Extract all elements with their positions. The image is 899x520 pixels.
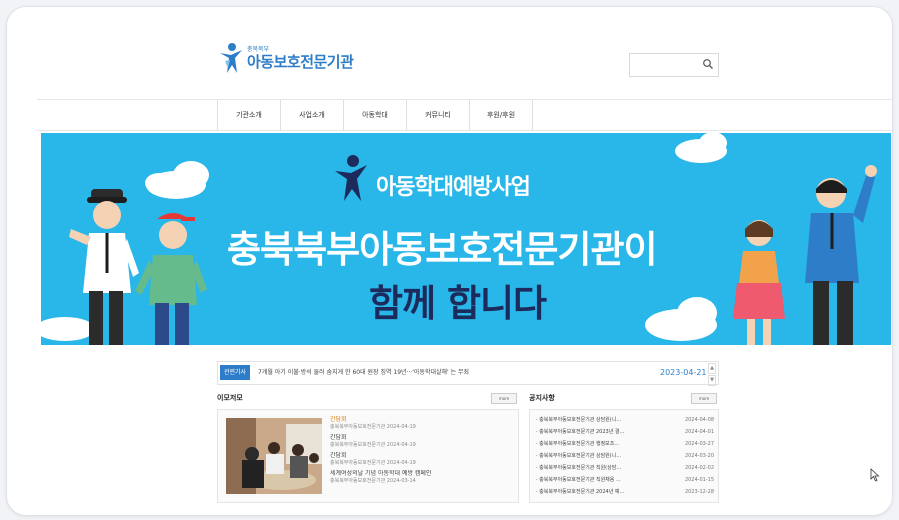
notice-date: 2023-12-28 [684, 489, 714, 495]
photo-item-title: 간담회 [330, 434, 347, 441]
nav-item-support[interactable]: 후원/후원 [469, 100, 533, 130]
ticker-down-button[interactable]: ▼ [708, 375, 716, 386]
site-logo[interactable]: 충북북부 아동보호전문기관 [217, 41, 354, 75]
photo-item-meta: 충북북부아동보호전문기관 2024-04-19 [330, 460, 416, 466]
notice-title: · 충북북부아동보호전문기관 2024년 예... [536, 489, 625, 495]
main-navigation: 기관소개 사업소개 아동학대 커뮤니티 후원/후원 [37, 99, 892, 131]
ticker-badge: 관련기사 [220, 365, 250, 380]
photo-panel-title: 이모저모 [217, 394, 243, 402]
search-box [629, 53, 719, 77]
photo-item-meta: 충북북부아동보호전문기관 2024-03-14 [330, 478, 416, 484]
banner-title-main: 충북북부아동보호전문기관 [227, 228, 624, 271]
banner-title-second-line: 함께 합니다 [369, 282, 547, 325]
logo-text: 충북북부 아동보호전문기관 [247, 46, 354, 71]
notice-title: · 충북북부아동보호전문기관 직원(상담... [536, 465, 622, 471]
nav-item-about[interactable]: 기관소개 [217, 100, 280, 130]
photo-list-box: 간담회 충북북부아동보호전문기관 2024-04-19 간담회 충북북부아동보호… [217, 409, 519, 503]
notice-panel: 공지사항 more · 충북북부아동보호전문기관 상담원(니... 2024-04… [529, 393, 719, 511]
notice-date: 2024-03-20 [684, 453, 714, 459]
photo-more-button[interactable]: more [491, 393, 517, 404]
search-input[interactable] [630, 56, 704, 77]
notice-date: 2024-04-01 [684, 429, 714, 435]
notice-title: · 충북북부아동보호전문기관 직원채용 ... [536, 477, 621, 483]
ticker-controls: ▲ ▼ [708, 363, 716, 386]
list-item[interactable]: · 충북북부아동보호전문기관 2024년 예... 2023-12-28 [536, 486, 714, 498]
banner-title: 충북북부아동보호전문기관이 [227, 219, 707, 273]
browser-frame: 충북북부 아동보호전문기관 기관소개 사업소개 아동학대 커뮤니티 후원/후원 [6, 6, 893, 516]
notice-date: 2024-02-02 [684, 465, 714, 471]
list-item[interactable]: · 충북북부아동보호전문기관 행정보조... 2024-03-27 [536, 438, 714, 450]
news-ticker: 관련기사 7개월 아기 이불·방석 둘러 숨지게 한 60대 원장 징역 19년… [217, 361, 719, 386]
notice-title: · 충북북부아동보호전문기관 상담원(니... [536, 453, 622, 459]
logo-title: 아동보호전문기관 [247, 52, 354, 71]
hero-banner[interactable]: 아동학대예방사업 충북북부아동보호전문기관이 함께 합니다 [41, 133, 891, 345]
banner-subtitle: 아동학대예방사업 [376, 175, 531, 200]
nav-item-child-abuse[interactable]: 아동학대 [343, 100, 406, 130]
notice-date: 2024-01-15 [684, 477, 714, 483]
ticker-date: 2023-04-21 [660, 368, 707, 377]
photo-item-meta: 충북북부아동보호전문기관 2024-04-19 [330, 424, 416, 430]
list-item[interactable]: · 충북북부아동보호전문기관 2023년 결... 2024-04-01 [536, 426, 714, 438]
notice-list-box: · 충북북부아동보호전문기관 상담원(니... 2024-04-08 · 충북북부… [529, 409, 719, 503]
photo-item-list: 간담회 충북북부아동보호전문기관 2024-04-19 간담회 충북북부아동보호… [330, 416, 514, 488]
photo-gallery-panel: 이모저모 more 간담회 충북북부아동보호전문기관 2024-04-19 간담… [217, 393, 519, 511]
photo-item-title: 간담회 [330, 416, 347, 423]
nav-item-community[interactable]: 커뮤니티 [406, 100, 469, 130]
list-item[interactable]: · 충북북부아동보호전문기관 상담원(니... 2024-04-08 [536, 414, 714, 426]
ticker-up-button[interactable]: ▲ [708, 363, 716, 374]
logo-figure-icon [220, 43, 242, 73]
search-icon[interactable] [702, 58, 714, 70]
web-page: 충북북부 아동보호전문기관 기관소개 사업소개 아동학대 커뮤니티 후원/후원 [37, 27, 892, 511]
notice-list: · 충북북부아동보호전문기관 상담원(니... 2024-04-08 · 충북북부… [536, 414, 714, 498]
nav-list: 기관소개 사업소개 아동학대 커뮤니티 후원/후원 [217, 100, 533, 130]
site-header: 충북북부 아동보호전문기관 [37, 27, 892, 95]
list-item[interactable]: · 충북북부아동보호전문기관 직원채용 ... 2024-01-15 [536, 474, 714, 486]
notice-title: · 충북북부아동보호전문기관 상담원(니... [536, 417, 622, 423]
notice-panel-title: 공지사항 [529, 394, 555, 402]
notice-date: 2024-04-08 [684, 417, 714, 423]
list-item[interactable]: 간담회 충북북부아동보호전문기관 2024-04-19 [330, 434, 514, 449]
ticker-headline-link[interactable]: 7개월 아기 이불·방석 둘러 숨지게 한 60대 원장 징역 19년···'아… [258, 362, 648, 384]
list-item[interactable]: · 충북북부아동보호전문기관 직원(상담... 2024-02-02 [536, 462, 714, 474]
mouse-cursor-icon [870, 468, 880, 482]
notice-title: · 충북북부아동보호전문기관 2023년 결... [536, 429, 625, 435]
list-item[interactable]: · 충북북부아동보호전문기관 상담원(니... 2024-03-20 [536, 450, 714, 462]
notice-title: · 충북북부아동보호전문기관 행정보조... [536, 441, 620, 447]
list-item[interactable]: 간담회 충북북부아동보호전문기관 2024-04-19 [330, 416, 514, 431]
photo-item-title: 간담회 [330, 452, 347, 459]
list-item[interactable]: 간담회 충북북부아동보호전문기관 2024-04-19 [330, 452, 514, 467]
photo-item-meta: 충북북부아동보호전문기관 2024-04-19 [330, 442, 416, 448]
notice-more-button[interactable]: more [691, 393, 717, 404]
banner-title-suffix: 이 [623, 228, 657, 271]
nav-item-business[interactable]: 사업소개 [280, 100, 343, 130]
list-item[interactable]: 세계여성의날 기념 아동학대 예방 캠페인 충북북부아동보호전문기관 2024-… [330, 470, 514, 485]
notice-date: 2024-03-27 [684, 441, 714, 447]
photo-item-title: 세계여성의날 기념 아동학대 예방 캠페인 [330, 470, 432, 477]
gallery-photo[interactable] [226, 418, 322, 494]
